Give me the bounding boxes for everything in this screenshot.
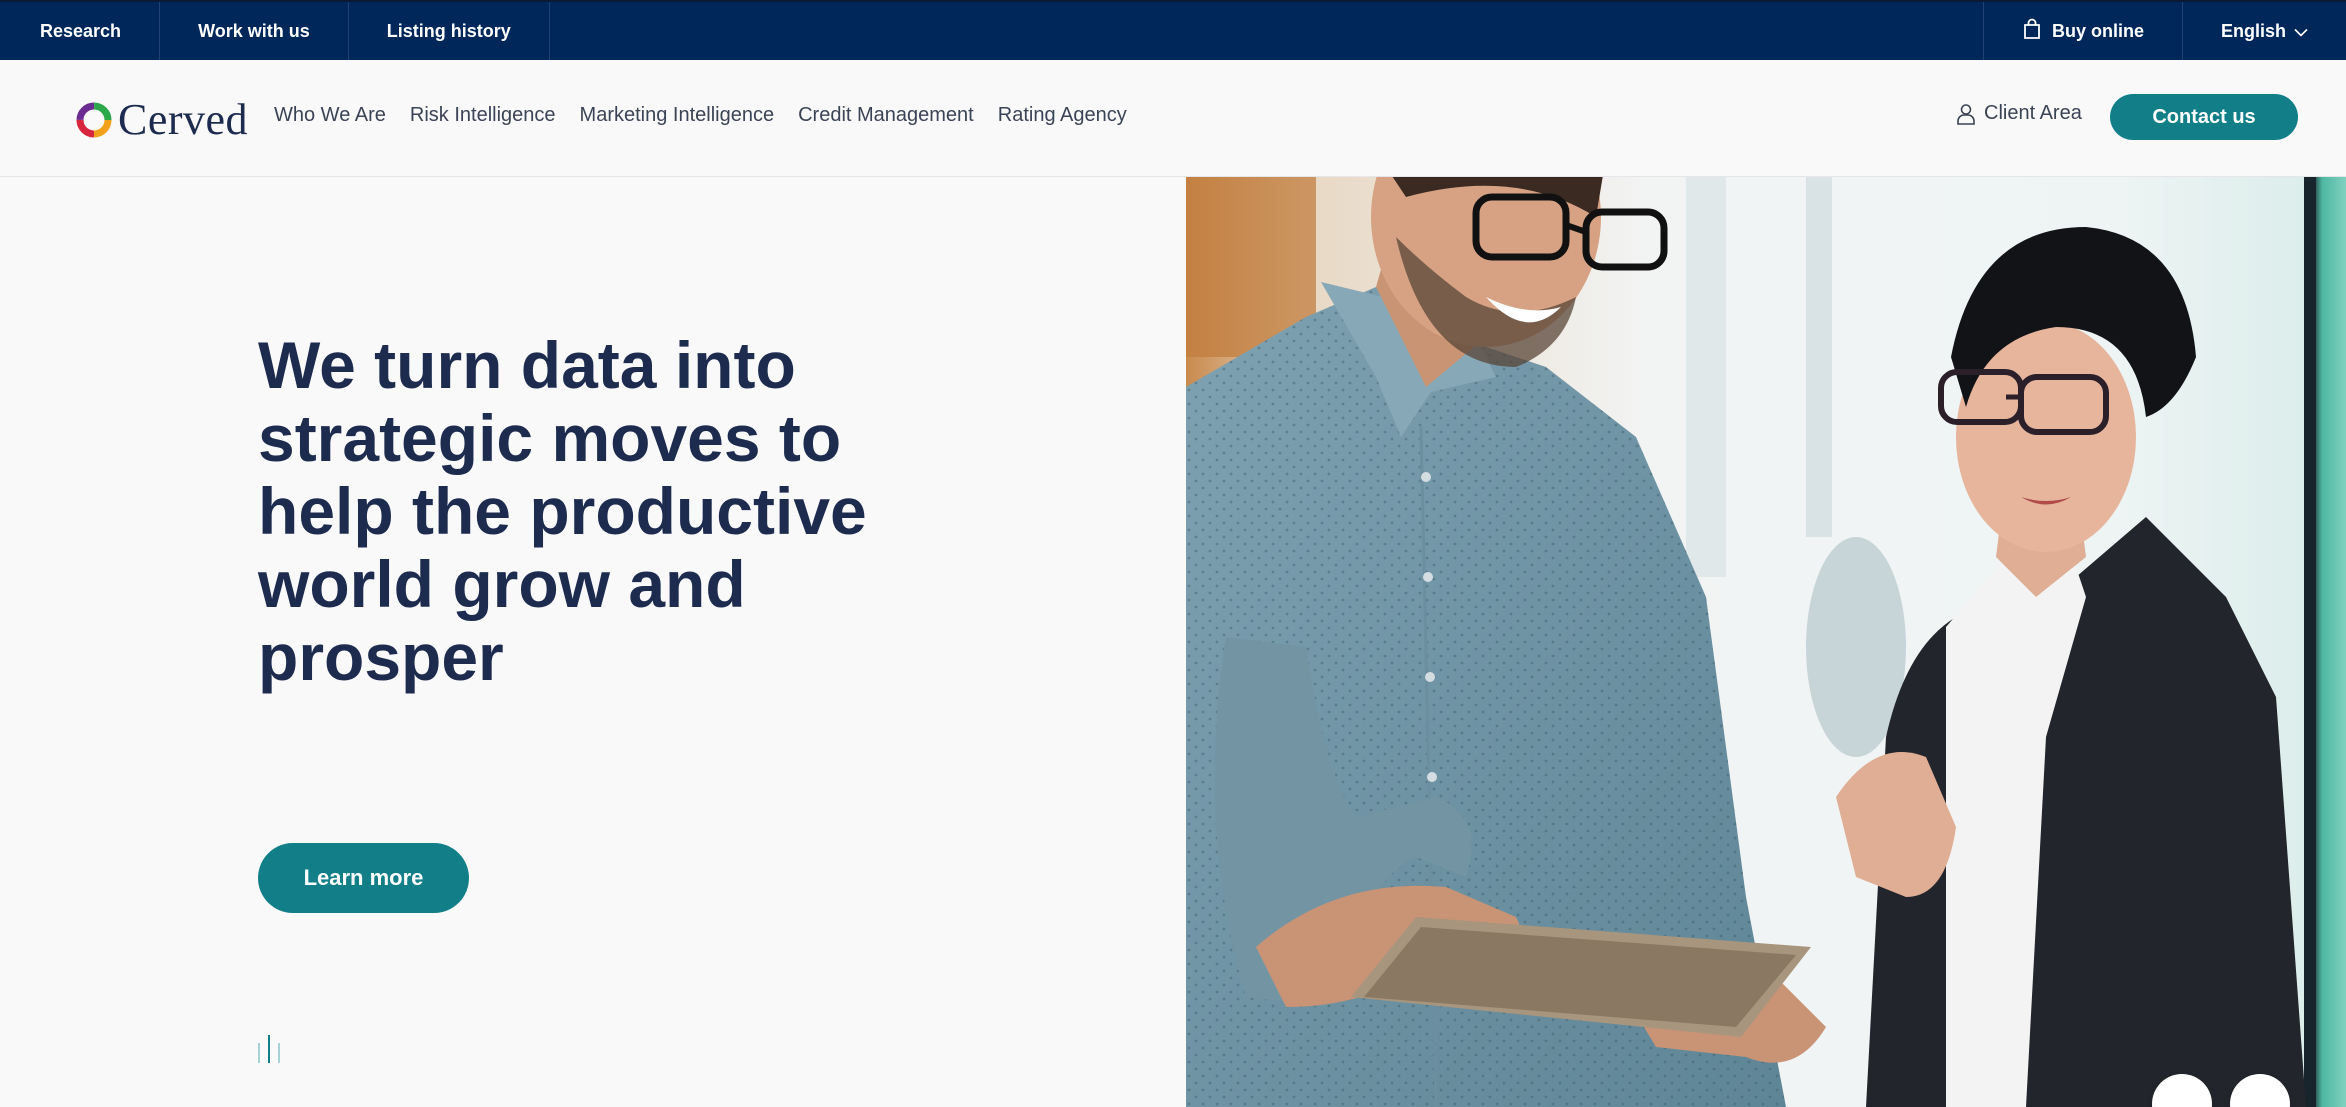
slide-indicator	[258, 1035, 280, 1063]
logo-wordmark: Cerved	[118, 95, 249, 144]
top-utility-right: Buy online English	[1982, 2, 2346, 60]
buy-online-link[interactable]: Buy online	[1982, 2, 2182, 60]
client-area-link[interactable]: Client Area	[1956, 102, 2082, 125]
primary-menu: Who We Are Risk Intelligence Marketing I…	[274, 104, 1127, 127]
nav-risk-intelligence[interactable]: Risk Intelligence	[410, 104, 556, 127]
hero-photo	[1186, 177, 2346, 1107]
top-utility-left: Research Work with us Listing history	[0, 2, 550, 60]
nav-rating-agency[interactable]: Rating Agency	[998, 104, 1127, 127]
photo-two-colleagues-with-tablet-icon	[1186, 177, 2346, 1107]
user-icon	[1957, 103, 1975, 125]
topbar-link-research[interactable]: Research	[0, 2, 161, 60]
buy-online-label: Buy online	[2051, 20, 2144, 41]
language-label: English	[2220, 20, 2286, 41]
shopping-bag-icon	[2022, 18, 2042, 45]
cerved-logo[interactable]: Cerved	[76, 94, 248, 145]
client-area-label: Client Area	[1984, 102, 2082, 124]
hero-title: We turn data into strategic moves to hel…	[258, 328, 867, 694]
slide-indicator-bar-active[interactable]	[268, 1035, 270, 1063]
slide-indicator-bar[interactable]	[278, 1043, 280, 1063]
topbar-link-listing-history[interactable]: Listing history	[349, 2, 550, 60]
top-utility-bar: Research Work with us Listing history Bu…	[0, 0, 2346, 60]
nav-who-we-are[interactable]: Who We Are	[274, 104, 386, 127]
learn-more-button[interactable]: Learn more	[258, 843, 469, 913]
main-navigation: Cerved Who We Are Risk Intelligence Mark…	[0, 60, 2346, 177]
topbar-link-work-with-us[interactable]: Work with us	[160, 2, 349, 60]
nav-marketing-intelligence[interactable]: Marketing Intelligence	[580, 104, 775, 127]
contact-us-button[interactable]: Contact us	[2110, 94, 2298, 140]
hero-text-panel: We turn data into strategic moves to hel…	[0, 177, 1186, 1107]
slide-indicator-bar[interactable]	[258, 1043, 260, 1063]
chevron-down-icon	[2294, 21, 2308, 42]
language-selector[interactable]: English	[2181, 2, 2346, 60]
cerved-logo-mark-icon	[76, 102, 112, 137]
nav-credit-management[interactable]: Credit Management	[798, 104, 974, 127]
